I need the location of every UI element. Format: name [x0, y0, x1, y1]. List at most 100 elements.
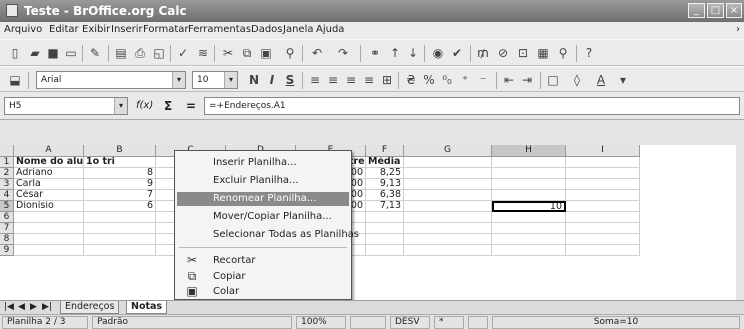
cell-i4[interactable] [566, 190, 640, 201]
cell-a2[interactable]: Adriano [14, 168, 84, 179]
new-document-icon[interactable]: ▯ [8, 46, 22, 60]
cell-b8[interactable] [84, 234, 156, 245]
cell-i8[interactable] [566, 234, 640, 245]
cell-g2[interactable] [404, 168, 492, 179]
menu-item-paste[interactable]: Colar [213, 286, 239, 297]
menu-janela[interactable]: Janela [283, 24, 313, 35]
cell-g1[interactable] [404, 157, 492, 168]
cell-a8[interactable] [14, 234, 84, 245]
last-sheet-icon[interactable]: ▶| [42, 302, 52, 312]
export-pdf-icon[interactable]: ▤ [114, 46, 128, 60]
column-header-h[interactable]: H [492, 145, 566, 157]
find-icon[interactable]: ₥ [476, 46, 490, 60]
chevron-down-icon[interactable]: ▾ [172, 72, 185, 88]
redo-icon[interactable]: ↷ [336, 46, 350, 60]
cell-h3[interactable] [492, 179, 566, 190]
column-header-f[interactable]: F [366, 145, 404, 157]
function-wizard-icon[interactable]: f(x) [136, 100, 153, 111]
tab-enderecos[interactable]: Endereços [60, 301, 120, 314]
menu-item-insert-sheet[interactable]: Inserir Planilha... [213, 157, 297, 168]
maximize-button[interactable]: □ [707, 3, 724, 18]
cell-i9[interactable] [566, 245, 640, 256]
autospell-icon[interactable]: ≋ [196, 46, 210, 60]
copy-icon[interactable]: ⧉ [240, 46, 254, 60]
menu-item-copy[interactable]: Copiar [213, 271, 245, 282]
cell-h2[interactable] [492, 168, 566, 179]
cell-a7[interactable] [14, 223, 84, 234]
email-icon[interactable]: ▭ [64, 46, 78, 60]
prev-sheet-icon[interactable]: ◀ [18, 302, 25, 312]
menu-editar[interactable]: Editar [49, 24, 79, 35]
cell-f6[interactable] [366, 212, 404, 223]
cell-i3[interactable] [566, 179, 640, 190]
background-color-icon[interactable]: ◊ [570, 73, 584, 87]
merge-cells-icon[interactable]: ⊞ [380, 73, 394, 87]
menu-item-move-copy-sheet[interactable]: Mover/Copiar Planilha... [213, 211, 332, 222]
justify-icon[interactable]: ≡ [362, 73, 376, 87]
cell-b6[interactable] [84, 212, 156, 223]
cell-f5[interactable]: 7,13 [366, 201, 404, 212]
sum-icon[interactable]: Σ [164, 99, 172, 113]
next-sheet-icon[interactable]: ▶ [30, 302, 37, 312]
italic-button[interactable]: I [265, 73, 279, 87]
cut-icon[interactable]: ✂ [221, 46, 235, 60]
row-header-6[interactable]: 6 [0, 212, 14, 223]
cell-b7[interactable] [84, 223, 156, 234]
cell-b5[interactable]: 6 [84, 201, 156, 212]
chart-icon[interactable]: ✔ [450, 46, 464, 60]
cell-f1[interactable]: Média [366, 157, 404, 168]
cell-a4[interactable]: César [14, 190, 84, 201]
minimize-button[interactable]: _ [688, 3, 705, 18]
selection-mode[interactable]: DESV [390, 316, 430, 329]
sort-descending-icon[interactable]: ↓ [406, 46, 420, 60]
first-sheet-icon[interactable]: |◀ [4, 302, 14, 312]
column-header-g[interactable]: G [404, 145, 492, 157]
cell-i6[interactable] [566, 212, 640, 223]
cell-f9[interactable] [366, 245, 404, 256]
menu-item-rename-sheet[interactable]: Renomear Planilha... [213, 193, 316, 204]
menu-item-delete-sheet[interactable]: Excluir Planilha... [213, 175, 299, 186]
cell-b4[interactable]: 7 [84, 190, 156, 201]
zoom-level[interactable]: 100% [296, 316, 346, 329]
cell-b1[interactable]: 1o tri [84, 157, 156, 168]
sort-ascending-icon[interactable]: ↑ [388, 46, 402, 60]
cell-h8[interactable] [492, 234, 566, 245]
close-button[interactable]: × [726, 3, 742, 18]
gallery-icon[interactable]: ⊘ [496, 46, 510, 60]
data-sources-icon[interactable]: ⊡ [516, 46, 530, 60]
cell-g7[interactable] [404, 223, 492, 234]
cell-g8[interactable] [404, 234, 492, 245]
function-icon[interactable]: = [186, 99, 196, 113]
cell-a9[interactable] [14, 245, 84, 256]
delete-decimal-icon[interactable]: ⁻ [476, 73, 490, 87]
align-center-icon[interactable]: ≡ [326, 73, 340, 87]
column-header-b[interactable]: B [84, 145, 156, 157]
cell-i1[interactable] [566, 157, 640, 168]
row-header-4[interactable]: 4 [0, 190, 14, 201]
menu-dados[interactable]: Dados [251, 24, 283, 35]
decrease-indent-icon[interactable]: ⇤ [502, 73, 516, 87]
toolbar-overflow-icon[interactable]: ▾ [616, 73, 630, 87]
spellcheck-icon[interactable]: ✓ [176, 46, 190, 60]
page-style[interactable]: Padrão [92, 316, 292, 329]
save-icon[interactable]: ■ [46, 46, 60, 60]
align-left-icon[interactable]: ≡ [308, 73, 322, 87]
menu-arquivo[interactable]: Arquivo [4, 24, 42, 35]
currency-icon[interactable]: ₴ [404, 73, 418, 87]
undo-icon[interactable]: ↶ [310, 46, 324, 60]
page-preview-icon[interactable]: ◱ [152, 46, 166, 60]
cell-g5[interactable] [404, 201, 492, 212]
table-icon[interactable]: ▦ [536, 46, 550, 60]
cell-b9[interactable] [84, 245, 156, 256]
hyperlink-icon[interactable]: ⚭ [368, 46, 382, 60]
cell-h6[interactable] [492, 212, 566, 223]
row-header-5[interactable]: 5 [0, 201, 14, 212]
open-icon[interactable]: ▰ [28, 46, 42, 60]
row-header-8[interactable]: 8 [0, 234, 14, 245]
cell-h7[interactable] [492, 223, 566, 234]
menu-ferramentas[interactable]: Ferramentas [188, 24, 251, 35]
format-paintbrush-icon[interactable]: ⚲ [283, 46, 297, 60]
print-icon[interactable]: ⎙ [133, 46, 147, 60]
font-name-combo[interactable]: Arial ▾ [36, 71, 186, 89]
cell-f8[interactable] [366, 234, 404, 245]
